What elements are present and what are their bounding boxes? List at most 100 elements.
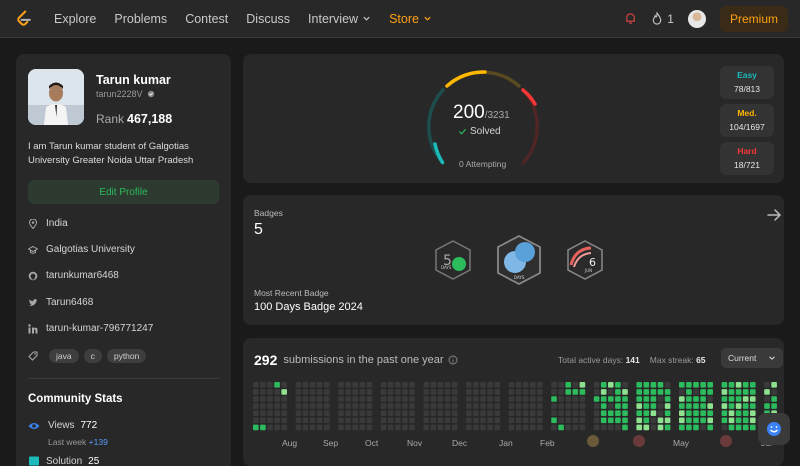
heatmap-cell[interactable] [345,424,351,431]
heatmap-cell[interactable] [686,389,692,395]
heatmap-cell[interactable] [735,424,742,431]
heatmap-cell[interactable] [522,417,529,424]
heatmap-cell[interactable] [686,382,692,388]
heatmap-cell[interactable] [316,403,323,409]
heatmap-cell[interactable] [487,417,493,424]
heatmap-cell[interactable] [636,396,642,402]
heatmap-cell[interactable] [579,424,586,431]
heatmap-cell[interactable] [657,424,664,431]
heatmap-cell[interactable] [352,382,358,388]
heatmap-cell[interactable] [451,417,458,424]
heatmap-cell[interactable] [622,424,628,431]
heatmap-cell[interactable] [451,382,458,388]
heatmap-cell[interactable] [274,396,280,402]
heatmap-cell[interactable] [338,403,344,409]
heatmap-cell[interactable] [366,417,373,424]
heatmap-cell[interactable] [643,424,650,431]
heatmap-cell[interactable] [529,410,536,416]
heatmap-cell[interactable] [529,396,536,402]
heatmap-cell[interactable] [686,410,692,416]
heatmap-cell[interactable] [274,382,280,388]
heatmap-cell[interactable] [593,389,600,395]
heatmap-cell[interactable] [615,403,621,409]
heatmap-cell[interactable] [508,396,515,402]
heatmap-cell[interactable] [721,382,728,388]
heatmap-cell[interactable] [409,403,415,409]
heatmap-cell[interactable] [686,424,692,431]
heatmap-cell[interactable] [537,396,543,402]
linkedin-row[interactable]: tarun-kumar-796771247 [28,323,153,334]
heatmap-cell[interactable] [515,410,522,416]
heatmap-cell[interactable] [260,389,266,395]
heatmap-cell[interactable] [281,410,287,416]
heatmap-cell[interactable] [409,417,415,424]
heatmap-cell[interactable] [565,396,571,402]
heatmap-cell[interactable] [338,424,344,431]
heatmap-cell[interactable] [522,389,529,395]
heatmap-cell[interactable] [316,396,323,402]
heatmap-cell[interactable] [508,389,515,395]
skill-tag[interactable]: c [83,349,102,363]
heatmap-cell[interactable] [551,410,557,416]
heatmap-cell[interactable] [480,410,486,416]
heatmap-cell[interactable] [742,403,749,409]
heatmap-cell[interactable] [260,382,266,388]
heatmap-cell[interactable] [742,424,749,431]
heatmap-cell[interactable] [551,424,557,431]
heatmap-cell[interactable] [600,410,607,416]
heatmap-cell[interactable] [686,417,692,424]
heatmap-cell[interactable] [721,417,728,424]
heatmap-cell[interactable] [380,403,387,409]
heatmap-cell[interactable] [537,417,543,424]
heatmap-cell[interactable] [267,396,273,402]
heatmap-cell[interactable] [409,424,415,431]
heatmap-cell[interactable] [309,424,316,431]
heatmap-cell[interactable] [508,403,515,409]
heatmap-cell[interactable] [508,410,515,416]
heatmap-cell[interactable] [274,403,280,409]
heatmap-cell[interactable] [253,403,259,409]
streak-counter[interactable]: 1 [651,12,674,26]
heatmap-cell[interactable] [707,417,713,424]
heatmap-cell[interactable] [366,382,373,388]
heatmap-cell[interactable] [423,410,429,416]
heatmap-cell[interactable] [466,382,472,388]
heatmap-cell[interactable] [324,410,330,416]
heatmap-cell[interactable] [529,403,536,409]
heatmap-cell[interactable] [728,396,735,402]
heatmap-cell[interactable] [466,389,472,395]
heatmap-cell[interactable] [281,424,287,431]
heatmap-cell[interactable] [359,424,366,431]
heatmap-cell[interactable] [742,410,749,416]
heatmap-cell[interactable] [352,417,358,424]
heatmap-cell[interactable] [600,403,607,409]
heatmap-cell[interactable] [650,396,657,402]
heatmap-cell[interactable] [402,396,408,402]
heatmap-cell[interactable] [473,424,479,431]
heatmap-cell[interactable] [728,403,735,409]
heatmap-cell[interactable] [600,389,607,395]
heatmap-cell[interactable] [387,389,394,395]
heatmap-cell[interactable] [494,382,500,388]
heatmap-cell[interactable] [338,389,344,395]
heatmap-cell[interactable] [260,424,266,431]
heatmap-cell[interactable] [615,424,621,431]
heatmap-cell[interactable] [437,424,444,431]
heatmap-cell[interactable] [693,424,699,431]
heatmap-cell[interactable] [643,396,650,402]
heatmap-cell[interactable] [295,389,302,395]
heatmap-cell[interactable] [558,403,564,409]
heatmap-cell[interactable] [679,424,685,431]
heatmap-cell[interactable] [643,403,650,409]
twitter-row[interactable]: Tarun6468 [28,297,93,308]
heatmap-cell[interactable] [664,382,671,388]
heatmap-cell[interactable] [267,424,273,431]
heatmap-cell[interactable] [338,410,344,416]
heatmap-cell[interactable] [615,382,621,388]
heatmap-cell[interactable] [267,382,273,388]
heatmap-cell[interactable] [721,403,728,409]
heatmap-cell[interactable] [529,389,536,395]
heatmap-cell[interactable] [487,410,493,416]
heatmap-cell[interactable] [565,389,571,395]
heatmap-cell[interactable] [437,417,444,424]
